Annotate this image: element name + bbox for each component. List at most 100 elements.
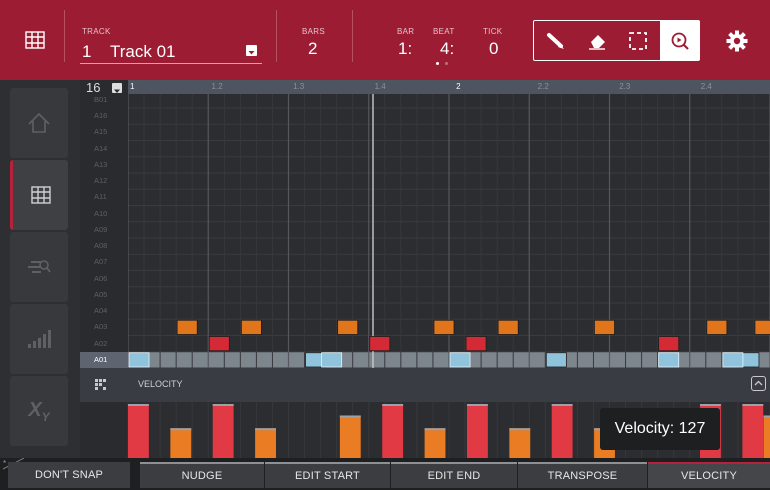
pad-row-label: A03 (94, 322, 108, 332)
pencil-tool-button[interactable] (536, 21, 576, 60)
velocity-bar-cap (466, 404, 488, 406)
page-dot (445, 62, 448, 65)
track-name: Track 01 (110, 42, 176, 61)
collapse-chevron-up-icon[interactable] (751, 376, 766, 391)
divider (276, 10, 277, 62)
beat-value[interactable]: 4: (440, 39, 454, 59)
transpose-button[interactable]: TRANSPOSE (518, 462, 647, 488)
velocity-bar (255, 428, 276, 458)
grid-view-icon[interactable] (20, 25, 50, 55)
zoom-tool-button[interactable] (660, 21, 700, 60)
dont-snap-button[interactable]: DON'T SNAP (8, 462, 130, 488)
note-selected (449, 352, 471, 368)
note (176, 319, 198, 335)
velocity-bar-cap (128, 404, 149, 406)
dropdown-icon (246, 45, 257, 56)
velocity-bar-cap (339, 415, 361, 418)
bar-value[interactable]: 1: (398, 39, 412, 59)
velocity-button[interactable]: VELOCITY (648, 462, 770, 488)
pad-row-label: A14 (94, 143, 108, 153)
velocity-bar (466, 404, 488, 458)
zoom-icon (671, 32, 689, 50)
header-bar: TRACK 1 Track 01 BARS 2 BAR 1: BEAT 4: T… (0, 0, 770, 80)
ruler-tick-label: 1.4 (374, 82, 386, 91)
pad-row-label: A04 (94, 306, 108, 315)
note (240, 319, 262, 335)
velocity-bar (509, 428, 531, 458)
velocity-bar-cap (170, 428, 192, 431)
note (369, 336, 391, 352)
pad-row-label: A10 (94, 208, 108, 218)
ruler-tick-label: 2.4 (700, 82, 712, 91)
velocity-lane-header: VELOCITY (80, 368, 770, 402)
tick-value[interactable]: 0 (489, 39, 498, 59)
pad-row-label: B01 (94, 94, 108, 104)
list-edit-icon (28, 260, 51, 273)
note-selected (722, 352, 744, 368)
note (497, 319, 519, 335)
select-tool-button[interactable] (618, 21, 658, 60)
sidebar-home-button[interactable] (10, 88, 68, 158)
edit-tools (533, 20, 700, 61)
ruler-tick-label: 1.3 (293, 82, 305, 91)
velocity-lane-label: VELOCITY (138, 379, 183, 389)
pad-bank-dropdown-icon[interactable] (112, 83, 122, 93)
bar-label: BAR (397, 27, 415, 36)
ruler-tick-label: 1 (130, 82, 135, 91)
velocity-bar (128, 404, 149, 458)
pencil-icon (547, 32, 564, 49)
velocity-bar-cap (763, 415, 770, 418)
ruler-tick-label: 2.2 (537, 82, 549, 91)
note-selected (658, 352, 680, 368)
track-selector[interactable]: 1 Track 01 (80, 38, 262, 64)
sidebar-grid-button[interactable] (10, 160, 68, 230)
pad-row-label: A05 (94, 289, 108, 299)
ruler-tick-label: 2 (456, 82, 461, 91)
note-selected (128, 352, 150, 368)
bottom-function-bar: * DON'T SNAP NUDGE EDIT START EDIT END T… (0, 458, 770, 490)
grid-icon (30, 186, 51, 204)
pad-row-label: A01 (94, 354, 108, 364)
nudge-button[interactable]: NUDGE (140, 462, 264, 488)
sidebar-event-list-button[interactable] (10, 232, 68, 302)
bars-label: BARS (302, 27, 325, 36)
velocity-bar-cap (509, 428, 531, 431)
page-dot-active (436, 62, 439, 65)
note (545, 352, 567, 368)
edit-end-button[interactable]: EDIT END (391, 462, 517, 488)
velocity-bar (339, 415, 361, 458)
velocity-bar-cap (212, 404, 234, 406)
velocity-lane-gutter (80, 402, 128, 458)
note-grid[interactable] (128, 94, 770, 368)
pad-row-label: A15 (94, 127, 108, 137)
note (433, 319, 455, 335)
pad-row-label: A02 (94, 338, 108, 348)
marquee-select-icon (629, 31, 647, 50)
velocity-tooltip: Velocity: 127 (600, 408, 720, 450)
pad-bank-label: 16 (86, 80, 101, 95)
note (706, 319, 728, 335)
pad-row-label: A09 (94, 224, 108, 234)
tick-label: TICK (483, 27, 503, 36)
settings-gear-icon[interactable] (725, 29, 749, 58)
mode-sidebar: XY (0, 80, 80, 458)
ruler-tick-label: 2.3 (619, 82, 631, 91)
xy-icon: XY (28, 398, 50, 424)
sidebar-velocity-button[interactable] (10, 304, 68, 374)
edit-start-button[interactable]: EDIT START (265, 462, 390, 488)
timeline-ruler[interactable]: 1 1.2 1.3 1.4 2 2.2 2.3 2.4 (128, 80, 770, 94)
velocity-bars-icon (28, 330, 51, 348)
pad-row-label: A08 (94, 241, 108, 250)
eraser-tool-button[interactable] (577, 21, 617, 60)
note (465, 336, 487, 352)
note (208, 336, 230, 352)
velocity-bar-cap (382, 404, 404, 406)
track-label: TRACK (82, 27, 111, 36)
velocity-bar-cap (700, 404, 721, 406)
bars-value[interactable]: 2 (308, 39, 317, 59)
beat-label: BEAT (433, 27, 455, 36)
velocity-bar (170, 428, 192, 458)
sidebar-xy-button[interactable]: XY (10, 376, 68, 446)
velocity-bar (424, 428, 446, 458)
velocity-bar (551, 404, 573, 458)
